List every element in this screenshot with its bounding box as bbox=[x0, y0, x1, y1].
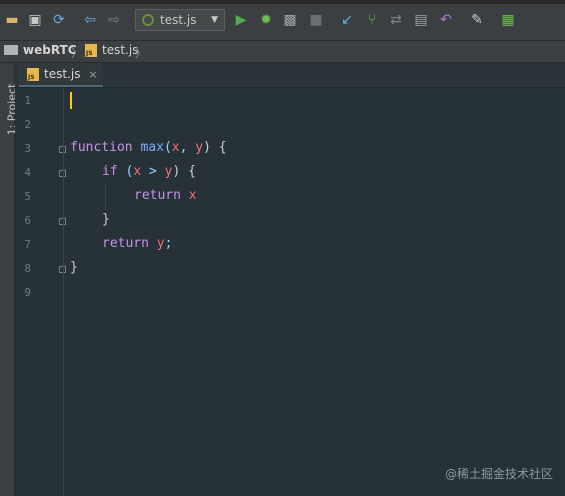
settings-icon[interactable]: ✎ bbox=[467, 10, 487, 30]
code-editor[interactable]: 1 2 3 4 5 6 7 8 9 function max(x, y) { i… bbox=[15, 88, 565, 496]
code-line-5: return x bbox=[134, 188, 197, 203]
punctuation: ; bbox=[164, 236, 173, 251]
operator: > bbox=[141, 164, 165, 179]
function-name: max bbox=[140, 140, 164, 155]
back-icon[interactable]: ⇦ bbox=[80, 10, 100, 30]
line-number: 1 bbox=[24, 94, 31, 107]
vcs-history-icon[interactable]: ▤ bbox=[411, 10, 431, 30]
code-line-7: return y; bbox=[102, 236, 172, 251]
watermark: @稀土掘金技术社区 bbox=[444, 467, 553, 481]
line-number: 4 bbox=[24, 166, 31, 179]
indent-guide bbox=[105, 185, 106, 209]
punctuation: } bbox=[102, 212, 110, 227]
punctuation: ( bbox=[117, 164, 134, 179]
line-number: 2 bbox=[24, 118, 31, 131]
code-line-6: } bbox=[102, 212, 110, 227]
breadcrumb: webRTC 〉 test.js 〉 bbox=[0, 41, 565, 63]
variable: x bbox=[188, 188, 197, 203]
keyword: return bbox=[102, 236, 149, 251]
code-line-3: function max(x, y) { bbox=[70, 140, 227, 155]
code-line-8: } bbox=[70, 260, 78, 275]
gutter-divider bbox=[63, 88, 64, 496]
chevron-down-icon: ▼ bbox=[211, 15, 218, 25]
punctuation: ( bbox=[163, 140, 172, 155]
breadcrumb-project-label: webRTC bbox=[23, 43, 77, 57]
js-file-icon bbox=[27, 67, 39, 81]
save-icon[interactable]: ▣ bbox=[25, 10, 45, 30]
parameter: x bbox=[171, 140, 180, 155]
menu-strip bbox=[0, 0, 565, 4]
line-number: 3 bbox=[24, 142, 31, 155]
punctuation: , bbox=[179, 140, 196, 155]
punctuation: ) { bbox=[172, 164, 196, 179]
variable: y bbox=[156, 236, 165, 251]
sync-icon[interactable]: ⟳ bbox=[49, 10, 69, 30]
breadcrumb-project[interactable]: webRTC bbox=[4, 43, 77, 57]
editor-tab-bar: test.js × bbox=[15, 63, 565, 88]
close-icon[interactable]: × bbox=[88, 68, 97, 81]
line-number: 8 bbox=[24, 262, 31, 275]
left-tool-strip: 1: Project bbox=[0, 63, 19, 496]
js-file-icon bbox=[85, 43, 97, 57]
tab-label: test.js bbox=[44, 67, 81, 81]
revert-icon[interactable]: ↶ bbox=[436, 10, 456, 30]
project-structure-icon[interactable]: ▦ bbox=[498, 10, 518, 30]
forward-icon[interactable]: ⇨ bbox=[104, 10, 124, 30]
code-line-4: if (x > y) { bbox=[102, 164, 196, 179]
breadcrumb-separator-icon: 〉 bbox=[135, 46, 148, 60]
vcs-commit-icon[interactable]: ⑂ bbox=[362, 10, 382, 30]
coverage-icon[interactable]: ▩ bbox=[280, 10, 300, 30]
tab-test-js[interactable]: test.js × bbox=[19, 63, 103, 87]
run-configuration-label: test.js bbox=[160, 13, 197, 27]
vcs-compare-icon[interactable]: ⇄ bbox=[386, 10, 406, 30]
punctuation: ) { bbox=[203, 140, 227, 155]
debug-icon[interactable]: ✹ bbox=[256, 10, 276, 30]
folder-icon bbox=[4, 45, 18, 55]
run-configuration-select[interactable]: test.js ▼ bbox=[135, 9, 225, 31]
line-number: 7 bbox=[24, 238, 31, 251]
run-icon[interactable]: ▶ bbox=[231, 10, 251, 30]
line-number: 6 bbox=[24, 214, 31, 227]
keyword: function bbox=[70, 140, 133, 155]
punctuation: } bbox=[70, 260, 78, 275]
breadcrumb-file-label: test.js bbox=[102, 43, 139, 57]
parameter: y bbox=[195, 140, 204, 155]
line-number: 9 bbox=[24, 286, 31, 299]
variable: x bbox=[133, 164, 142, 179]
keyword: return bbox=[134, 188, 181, 203]
breadcrumb-separator-icon: 〉 bbox=[71, 46, 84, 60]
text-cursor bbox=[70, 92, 72, 109]
nodejs-icon bbox=[142, 14, 154, 26]
keyword: if bbox=[102, 164, 118, 179]
open-folder-icon[interactable]: ▬ bbox=[2, 10, 22, 30]
stop-icon[interactable]: ■ bbox=[306, 10, 326, 30]
vcs-update-icon[interactable]: ↙ bbox=[337, 10, 357, 30]
main-toolbar: ▬ ▣ ⟳ ⇦ ⇨ test.js ▼ ▶ ✹ ▩ ■ ↙ ⑂ ⇄ ▤ ↶ ✎ … bbox=[0, 0, 565, 41]
line-number: 5 bbox=[24, 190, 31, 203]
line-number-gutter: 1 2 3 4 5 6 7 8 9 bbox=[15, 88, 66, 496]
breadcrumb-file[interactable]: test.js bbox=[85, 43, 138, 57]
